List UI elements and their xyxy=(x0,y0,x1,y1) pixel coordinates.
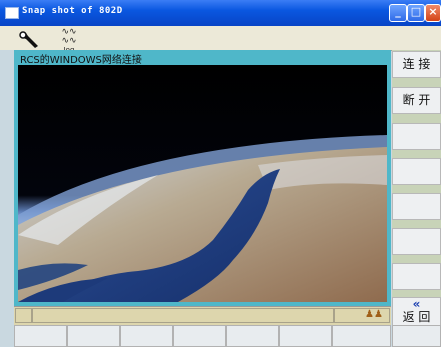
softkey-5[interactable] xyxy=(392,193,441,220)
softkey-4[interactable] xyxy=(392,158,441,185)
hsoftkey-8[interactable] xyxy=(392,325,441,347)
left-margin xyxy=(0,50,14,325)
hsoftkey-6[interactable] xyxy=(279,325,332,347)
status-segment-1 xyxy=(15,308,32,323)
close-button[interactable]: × xyxy=(425,4,441,22)
hsoftkey-2[interactable] xyxy=(67,325,120,347)
hsoftkey-5[interactable] xyxy=(226,325,279,347)
window-title: Snap shot of 802D xyxy=(22,6,123,16)
hsoftkey-3[interactable] xyxy=(120,325,173,347)
app-icon xyxy=(5,7,19,19)
hsoftkey-7[interactable] xyxy=(332,325,391,347)
status-bar: ♟♟ xyxy=(14,306,391,325)
back-button[interactable]: « 返 回 xyxy=(392,297,441,326)
softkey-6[interactable] xyxy=(392,228,441,255)
maximize-button[interactable]: □ xyxy=(407,4,425,22)
softkey-3[interactable] xyxy=(392,123,441,150)
minimize-button[interactable]: _ xyxy=(389,4,407,22)
earth-photo xyxy=(18,65,387,302)
jog-wave-icon: ∿∿ ∿∿ xyxy=(61,27,77,46)
connect-button[interactable]: 连 接 xyxy=(392,51,441,78)
back-label: 返 回 xyxy=(402,310,431,324)
network-users-icon: ♟♟ xyxy=(365,309,383,320)
softkey-7[interactable] xyxy=(392,263,441,290)
jog-button[interactable]: ∿∿∿∿ Jog xyxy=(56,27,82,55)
double-chevron-left-icon: « xyxy=(412,297,421,311)
viewport-title: RCS的WINDOWS网络连接 xyxy=(20,55,142,66)
viewport-header: RCS的WINDOWS网络连接 xyxy=(14,50,391,66)
disconnect-button[interactable]: 断 开 xyxy=(392,87,441,114)
status-segment-2 xyxy=(32,308,334,323)
wrench-icon[interactable] xyxy=(18,30,44,50)
title-bar[interactable]: Snap shot of 802D _ □ × xyxy=(0,0,441,26)
hsoftkey-4[interactable] xyxy=(173,325,226,347)
remote-viewport: RCS的WINDOWS网络连接 xyxy=(14,50,391,306)
hsoftkey-1[interactable] xyxy=(14,325,67,347)
